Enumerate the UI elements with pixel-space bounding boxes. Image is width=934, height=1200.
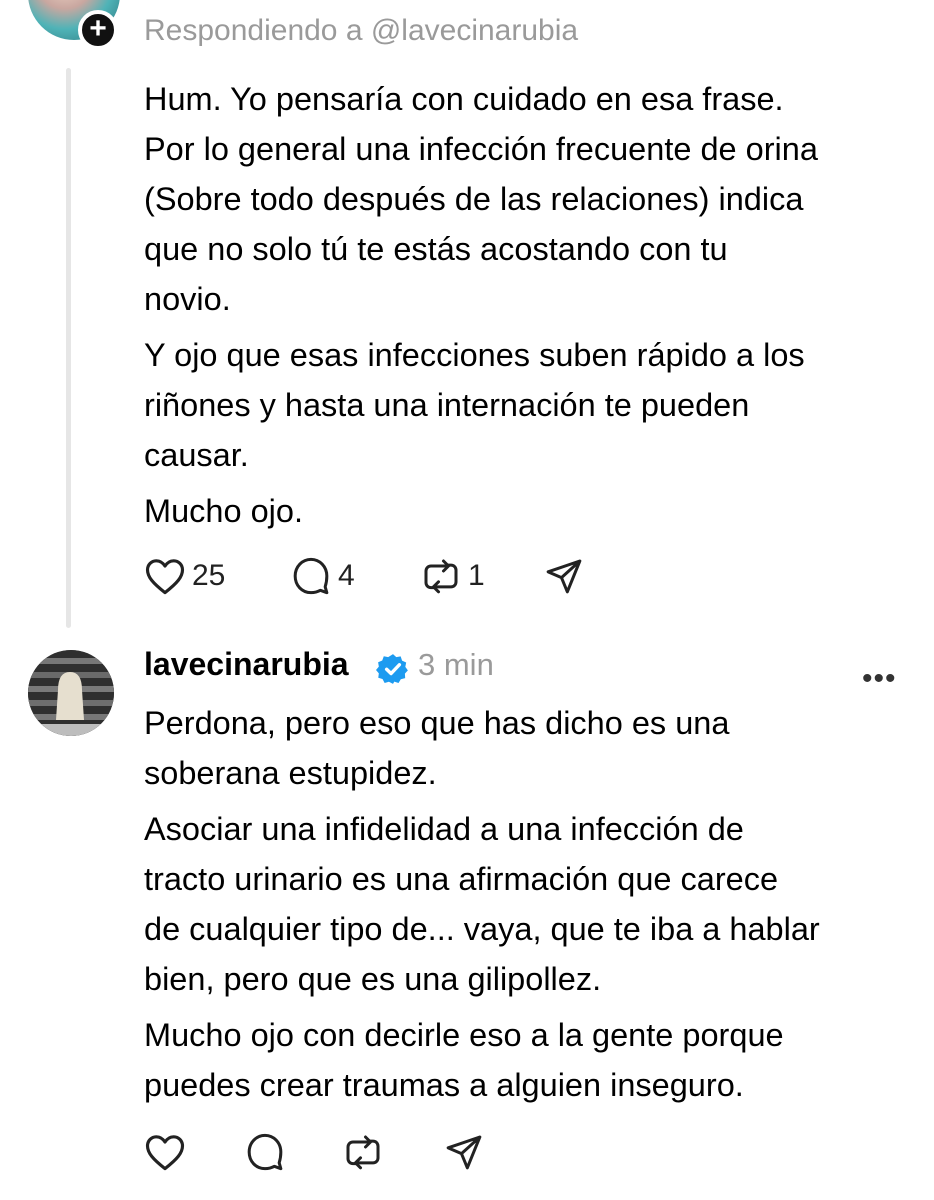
post-line: Mucho ojo.: [144, 493, 303, 529]
comment-bubble-icon: [247, 1133, 283, 1171]
comment-button[interactable]: [244, 1132, 286, 1172]
post-line: novio.: [144, 281, 231, 317]
post-paragraph: Y ojo que esas infecciones suben rápido …: [144, 330, 924, 480]
post-line: riñones y hasta una internación te puede…: [144, 387, 750, 423]
repost-icon: [424, 559, 458, 594]
post-line: de cualquier tipo de... vaya, que te iba…: [144, 911, 820, 947]
heart-icon: [145, 1135, 185, 1171]
post-paragraph: Mucho ojo con decirle eso a la gente por…: [144, 1010, 924, 1110]
replying-to-label: Respondiendo a @lavecinarubia: [144, 14, 579, 47]
post-line: (Sobre todo después de las relaciones) i…: [144, 181, 804, 217]
repost-icon: [346, 1135, 380, 1170]
post-line: causar.: [144, 437, 249, 473]
post-paragraph: Mucho ojo.: [144, 486, 924, 536]
post-line: bien, pero que es una gilipollez.: [144, 961, 602, 997]
post-line: Por lo general una infección frecuente d…: [144, 131, 818, 167]
post-paragraph: Hum. Yo pensaría con cuidado en esa fras…: [144, 74, 924, 324]
post-line: Perdona, pero eso que has dicho es una: [144, 705, 730, 741]
post-line: tracto urinario es una afirmación que ca…: [144, 861, 779, 897]
post-line: que no solo tú te estás acostando con tu: [144, 231, 728, 267]
repost-button[interactable]: 1: [420, 556, 485, 596]
post-line: Y ojo que esas infecciones suben rápido …: [144, 337, 805, 373]
post-paragraph: Asociar una infidelidad a una infección …: [144, 804, 924, 1004]
comment-button[interactable]: 4: [290, 556, 355, 596]
post-line: Asociar una infidelidad a una infección …: [144, 811, 744, 847]
send-icon: [446, 1135, 482, 1170]
post-line: soberana estupidez.: [144, 755, 437, 791]
post-line: puedes crear traumas a alguien inseguro.: [144, 1067, 744, 1103]
like-button[interactable]: [144, 1132, 186, 1172]
timestamp: 3 min: [418, 647, 494, 682]
heart-icon: [145, 559, 185, 595]
post-body: Perdona, pero eso que has dicho es una s…: [144, 698, 924, 1116]
follow-plus-icon[interactable]: +: [78, 10, 118, 50]
share-button[interactable]: [544, 556, 584, 596]
like-count: 25: [192, 559, 226, 592]
like-button[interactable]: 25: [144, 556, 225, 596]
username[interactable]: lavecinarubia: [144, 646, 349, 683]
comment-count: 4: [338, 559, 355, 592]
post-body: Hum. Yo pensaría con cuidado en esa fras…: [144, 74, 924, 542]
avatar-photo: [28, 650, 114, 736]
thread-line: [66, 68, 71, 628]
verified-badge-icon: [376, 652, 410, 691]
repost-button[interactable]: [342, 1132, 384, 1172]
more-options-icon[interactable]: •••: [862, 662, 897, 696]
post-paragraph: Perdona, pero eso que has dicho es una s…: [144, 698, 924, 798]
send-icon: [546, 559, 582, 594]
repost-count: 1: [468, 559, 485, 592]
share-button[interactable]: [444, 1132, 484, 1172]
comment-bubble-icon: [293, 557, 329, 595]
post-line: Mucho ojo con decirle eso a la gente por…: [144, 1017, 784, 1053]
avatar[interactable]: [28, 650, 114, 736]
post-line: Hum. Yo pensaría con cuidado en esa fras…: [144, 81, 784, 117]
